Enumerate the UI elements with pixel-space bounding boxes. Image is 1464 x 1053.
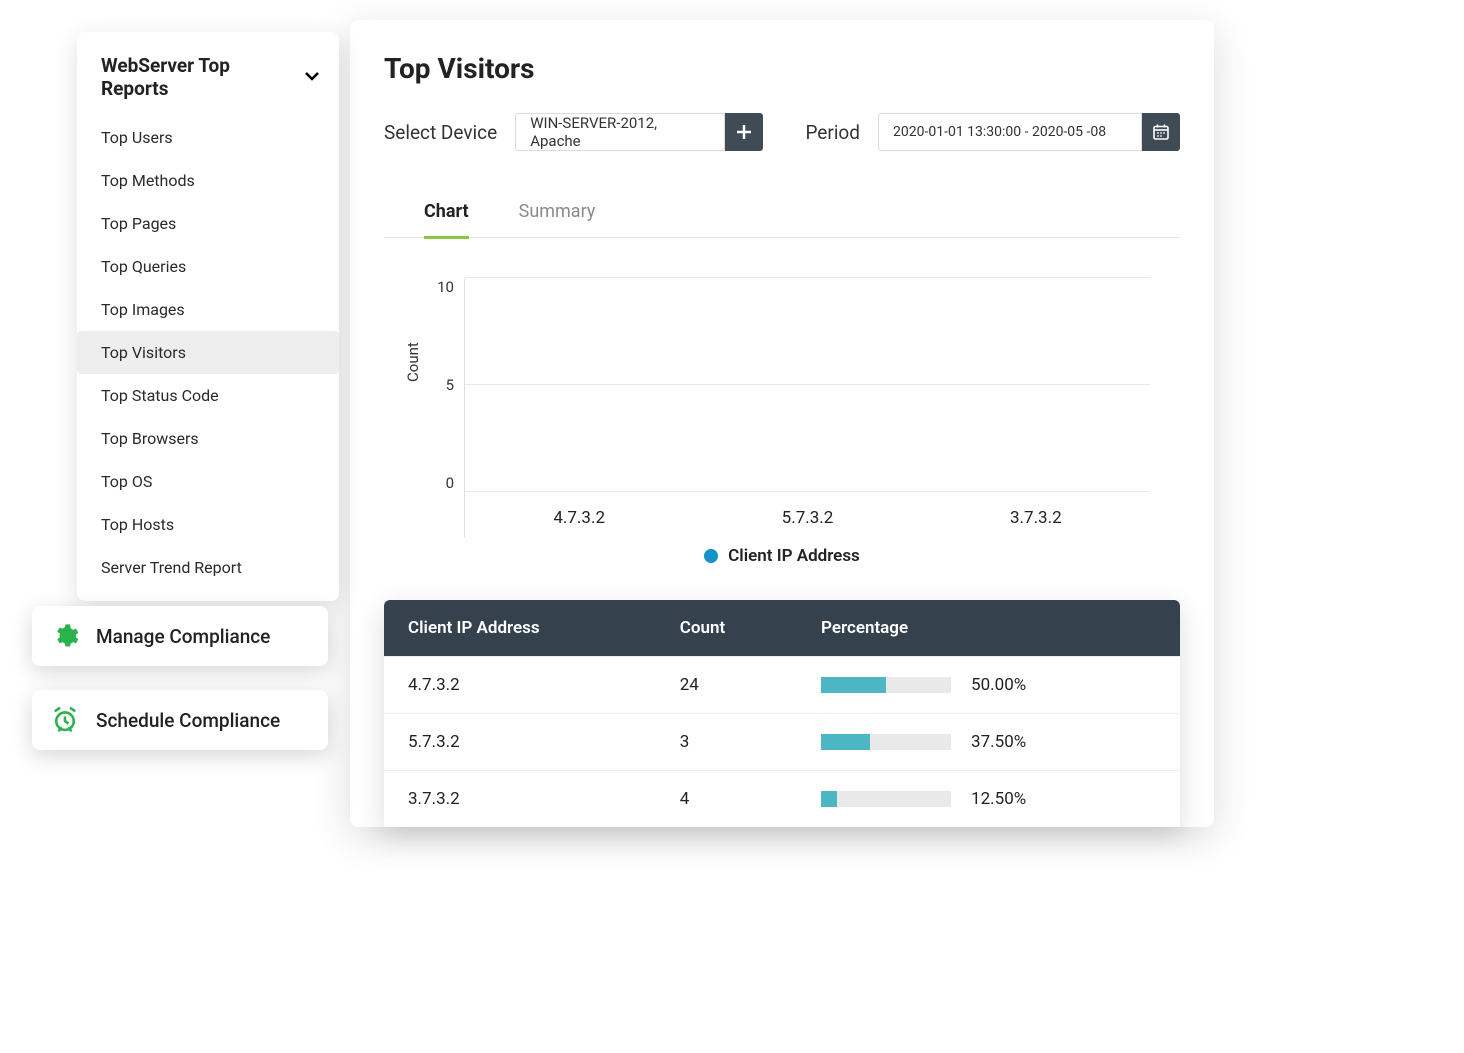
chart-area: Count 10 5 0 4.7.3.2 5.7.3.2 3.7.3.2 Client … bbox=[384, 278, 1180, 570]
percentage-text: 50.00% bbox=[971, 675, 1026, 695]
x-tick-label: 5.7.3.2 bbox=[782, 508, 834, 528]
sidebar-item-top-hosts[interactable]: Top Hosts bbox=[77, 503, 339, 546]
cell-count: 4 bbox=[656, 771, 797, 828]
tab-bar: Chart Summary bbox=[384, 201, 1180, 238]
table-row: 4.7.3.224 50.00% bbox=[384, 657, 1180, 714]
schedule-compliance-button[interactable]: Schedule Compliance bbox=[32, 690, 328, 750]
percentage-text: 12.50% bbox=[971, 789, 1026, 809]
chevron-down-icon bbox=[305, 72, 319, 82]
calendar-icon bbox=[1153, 124, 1169, 140]
sidebar-item-top-visitors[interactable]: Top Visitors bbox=[77, 331, 339, 374]
chart-legend: Client IP Address bbox=[414, 538, 1150, 570]
x-tick-label: 4.7.3.2 bbox=[553, 508, 605, 528]
sidebar-item-top-users[interactable]: Top Users bbox=[77, 116, 339, 159]
table-row: 5.7.3.23 37.50% bbox=[384, 714, 1180, 771]
gear-icon bbox=[50, 621, 80, 651]
alarm-clock-icon bbox=[50, 705, 80, 735]
device-select[interactable]: WIN-SERVER-2012, Apache bbox=[515, 113, 725, 151]
cell-ip: 3.7.3.2 bbox=[384, 771, 656, 828]
period-filter: Period 2020-01-01 13:30:00 - 2020-05 -08 bbox=[805, 113, 1180, 151]
legend-label: Client IP Address bbox=[728, 546, 860, 566]
sidebar-item-top-pages[interactable]: Top Pages bbox=[77, 202, 339, 245]
legend-dot-icon bbox=[704, 549, 718, 563]
tab-chart[interactable]: Chart bbox=[424, 201, 469, 239]
y-tick: 5 bbox=[446, 376, 454, 394]
device-value: WIN-SERVER-2012, Apache bbox=[530, 114, 710, 150]
filter-bar: Select Device WIN-SERVER-2012, Apache Pe… bbox=[384, 113, 1180, 151]
device-label: Select Device bbox=[384, 121, 497, 144]
cell-ip: 5.7.3.2 bbox=[384, 714, 656, 771]
y-axis-label: Count bbox=[404, 342, 422, 382]
calendar-button[interactable] bbox=[1142, 113, 1180, 151]
column-header: Client IP Address bbox=[384, 600, 656, 657]
device-filter: Select Device WIN-SERVER-2012, Apache bbox=[384, 113, 763, 151]
cell-percentage: 37.50% bbox=[797, 714, 1180, 771]
period-input[interactable]: 2020-01-01 13:30:00 - 2020-05 -08 bbox=[878, 113, 1142, 151]
sidebar-item-top-os[interactable]: Top OS bbox=[77, 460, 339, 503]
sidebar: WebServer Top Reports Top UsersTop Metho… bbox=[77, 32, 339, 601]
percentage-text: 37.50% bbox=[971, 732, 1026, 752]
cell-count: 3 bbox=[656, 714, 797, 771]
y-tick: 0 bbox=[446, 474, 454, 492]
y-tick: 10 bbox=[437, 278, 454, 296]
percentage-bar bbox=[821, 734, 951, 750]
period-label: Period bbox=[805, 121, 860, 144]
page-title: Top Visitors bbox=[384, 52, 1180, 85]
sidebar-item-top-methods[interactable]: Top Methods bbox=[77, 159, 339, 202]
sidebar-item-top-browsers[interactable]: Top Browsers bbox=[77, 417, 339, 460]
plus-icon bbox=[737, 125, 751, 139]
cell-percentage: 50.00% bbox=[797, 657, 1180, 714]
add-device-button[interactable] bbox=[725, 113, 763, 151]
tab-summary[interactable]: Summary bbox=[519, 201, 596, 239]
period-value: 2020-01-01 13:30:00 - 2020-05 -08 bbox=[893, 124, 1106, 140]
column-header: Percentage bbox=[797, 600, 1180, 657]
sidebar-item-server-trend-report[interactable]: Server Trend Report bbox=[77, 546, 339, 589]
sidebar-item-top-images[interactable]: Top Images bbox=[77, 288, 339, 331]
schedule-compliance-label: Schedule Compliance bbox=[96, 709, 280, 732]
sidebar-title: WebServer Top Reports bbox=[101, 54, 297, 100]
x-tick-label: 3.7.3.2 bbox=[1010, 508, 1062, 528]
column-header: Count bbox=[656, 600, 797, 657]
percentage-bar bbox=[821, 791, 951, 807]
cell-ip: 4.7.3.2 bbox=[384, 657, 656, 714]
cell-count: 24 bbox=[656, 657, 797, 714]
sidebar-item-top-queries[interactable]: Top Queries bbox=[77, 245, 339, 288]
table-row: 3.7.3.24 12.50% bbox=[384, 771, 1180, 828]
manage-compliance-label: Manage Compliance bbox=[96, 625, 270, 648]
data-table: Client IP AddressCountPercentage 4.7.3.2… bbox=[384, 600, 1180, 827]
manage-compliance-button[interactable]: Manage Compliance bbox=[32, 606, 328, 666]
cell-percentage: 12.50% bbox=[797, 771, 1180, 828]
sidebar-header[interactable]: WebServer Top Reports bbox=[77, 32, 339, 116]
percentage-bar bbox=[821, 677, 951, 693]
main-panel: Top Visitors Select Device WIN-SERVER-20… bbox=[350, 20, 1214, 827]
sidebar-item-top-status-code[interactable]: Top Status Code bbox=[77, 374, 339, 417]
